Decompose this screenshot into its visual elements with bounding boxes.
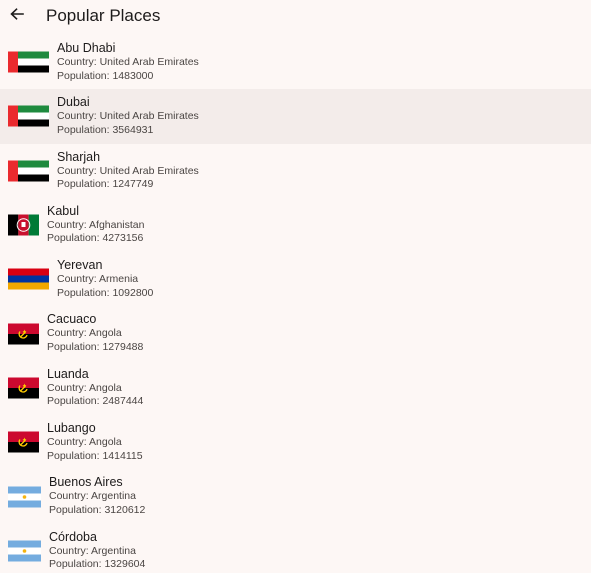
place-text-block: Córdoba Country: Argentina Population: 132…: [49, 530, 145, 572]
country-label: Country: Angola: [47, 327, 122, 340]
city-name: Córdoba: [49, 529, 97, 544]
angola-flag-icon: [8, 431, 39, 453]
city-name: Abu Dhabi: [57, 41, 116, 55]
population-label: Population: 4273156: [47, 232, 144, 245]
place-text-block: Dubai Country: United Arab Emirates Popula…: [57, 95, 199, 137]
city-name: Luanda: [47, 366, 89, 381]
population-label: Population: 1092800: [57, 286, 154, 299]
country-label: Country: Angola: [47, 436, 122, 449]
city-name: Kabul: [47, 203, 79, 218]
city-name: Sharjah: [57, 149, 101, 164]
list-item[interactable]: Buenos Aires Country: Argentina Population…: [0, 469, 591, 523]
uae-flag-icon: [8, 105, 49, 127]
country-label: Country: United Arab Emirates: [57, 110, 199, 123]
list-item[interactable]: Cacuaco Country: Angola Population: 127948…: [0, 306, 591, 360]
place-text-block: Cacuaco Country: Angola Population: 127948…: [47, 312, 143, 354]
country-label: Country: Angola: [47, 381, 122, 394]
armenia-flag-icon: [8, 268, 49, 290]
places-list[interactable]: Abu Dhabi Country: United Arab Emirates Po…: [0, 35, 591, 573]
population-label: Population: 1483000: [57, 69, 154, 82]
population-label: Population: 1279488: [47, 340, 144, 353]
app-screen: Popular Places Abu Dhabi Country: United …: [0, 0, 591, 573]
country-label: Country: Afghanistan: [47, 218, 145, 231]
city-name: Buenos Aires: [49, 475, 123, 490]
country-label: Country: Argentina: [49, 544, 136, 557]
country-label: Country: Argentina: [49, 490, 136, 503]
place-text-block: Yerevan Country: Armenia Population: 10928…: [57, 258, 153, 300]
population-label: Population: 3120612: [49, 503, 146, 516]
city-name: Lubango: [47, 421, 96, 436]
place-text-block: Buenos Aires Country: Argentina Population…: [49, 475, 145, 517]
list-item[interactable]: Abu Dhabi Country: United Arab Emirates Po…: [0, 35, 591, 89]
country-label: Country: Armenia: [57, 273, 139, 286]
list-item[interactable]: Sharjah Country: United Arab Emirates Popu…: [0, 144, 591, 198]
city-name: Cacuaco: [47, 312, 97, 327]
place-text-block: Sharjah Country: United Arab Emirates Popu…: [57, 150, 199, 192]
population-label: Population: 1329604: [49, 558, 146, 571]
arrow-back-icon: [10, 7, 24, 25]
list-item[interactable]: Dubai Country: United Arab Emirates Popula…: [0, 89, 591, 144]
list-item[interactable]: Córdoba Country: Argentina Population: 132…: [0, 524, 591, 573]
uae-flag-icon: [8, 51, 49, 73]
place-text-block: Abu Dhabi Country: United Arab Emirates Po…: [57, 41, 199, 83]
place-text-block: Luanda Country: Angola Population: 2487444: [47, 367, 143, 409]
population-label: Population: 1247749: [57, 178, 154, 191]
app-bar: Popular Places: [0, 0, 591, 34]
population-label: Population: 3564931: [57, 123, 154, 136]
angola-flag-icon: [8, 323, 39, 345]
angola-flag-icon: [8, 377, 39, 399]
page-title: Popular Places: [46, 6, 161, 25]
list-item[interactable]: Luanda Country: Angola Population: 2487444: [0, 361, 591, 415]
city-name: Dubai: [57, 95, 90, 110]
population-label: Population: 1414115: [47, 449, 143, 462]
back-button[interactable]: [8, 7, 26, 25]
country-label: Country: United Arab Emirates: [57, 164, 199, 177]
uae-flag-icon: [8, 160, 49, 182]
place-text-block: Lubango Country: Angola Population: 141411…: [47, 421, 143, 463]
country-label: Country: United Arab Emirates: [57, 56, 199, 68]
list-item[interactable]: Kabul Country: Afghanistan Population: 427…: [0, 198, 591, 252]
list-item[interactable]: Lubango Country: Angola Population: 141411…: [0, 415, 591, 469]
population-label: Population: 2487444: [47, 395, 144, 408]
afghanistan-flag-icon: [8, 214, 39, 236]
argentina-flag-icon: [8, 486, 41, 508]
list-item[interactable]: Yerevan Country: Armenia Population: 10928…: [0, 252, 591, 306]
argentina-flag-icon: [8, 540, 41, 562]
place-text-block: Kabul Country: Afghanistan Population: 427…: [47, 204, 144, 246]
city-name: Yerevan: [57, 258, 103, 273]
